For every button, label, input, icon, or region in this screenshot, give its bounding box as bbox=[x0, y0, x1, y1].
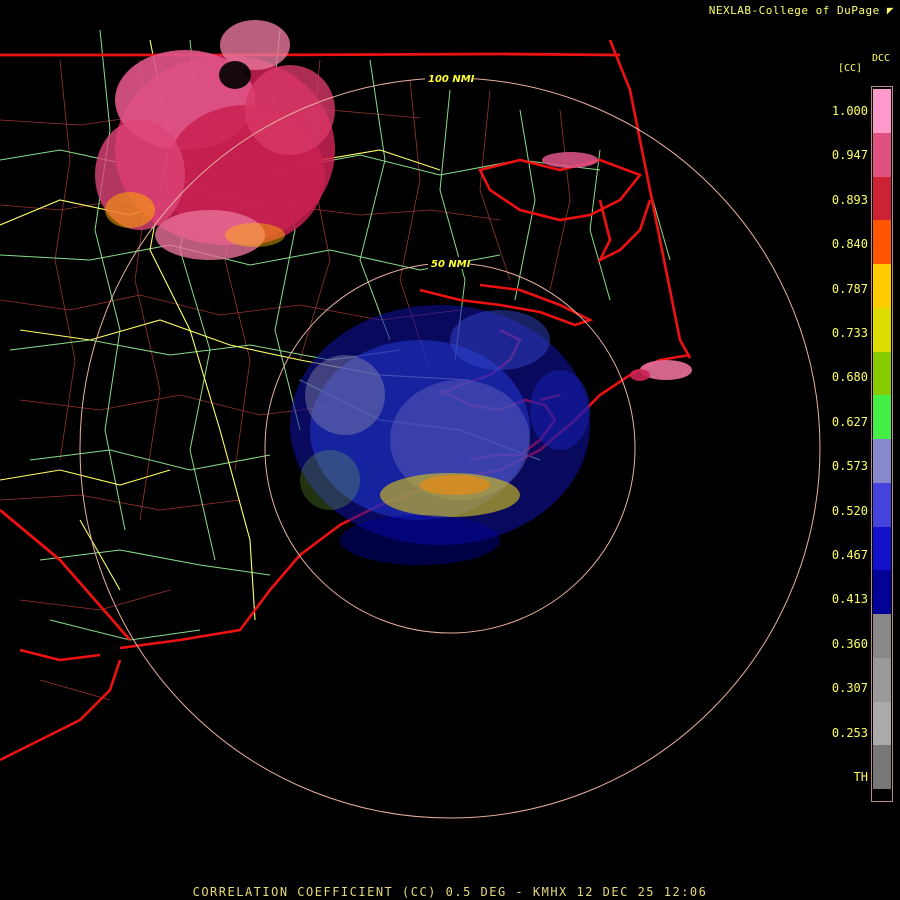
legend-tick-label: 1.000 bbox=[831, 104, 868, 118]
legend-color-swatch bbox=[873, 176, 891, 221]
credit-text: NEXLAB-College of DuPage ◤ bbox=[709, 4, 894, 17]
legend-color-swatch bbox=[873, 745, 891, 789]
legend-tick-label: 0.733 bbox=[831, 326, 868, 340]
legend-colorbar bbox=[871, 86, 893, 802]
legend-tick-label: 0.840 bbox=[831, 237, 868, 252]
ring-label-50nmi: 50 NMI bbox=[431, 259, 471, 270]
legend-unit: [CC] bbox=[838, 63, 863, 74]
legend-tick-label: 0.573 bbox=[831, 459, 868, 474]
legend-color-swatch bbox=[873, 351, 891, 396]
legend-color-swatch bbox=[873, 614, 891, 658]
legend-tick-label: 0.787 bbox=[831, 281, 868, 296]
product-caption: CORRELATION COEFFICIENT (CC) 0.5 DEG - K… bbox=[192, 885, 708, 899]
legend-color-swatch bbox=[873, 132, 891, 177]
legend-tick-label: 0.893 bbox=[831, 192, 868, 207]
clutter-echo bbox=[290, 305, 590, 565]
logo-mark-icon: ◤ bbox=[886, 4, 894, 17]
legend-tick-label: 0.680 bbox=[831, 370, 868, 385]
legend-color-swatch bbox=[873, 89, 891, 133]
legend-color-swatch bbox=[873, 482, 891, 527]
legend-product: DCC bbox=[871, 53, 890, 64]
ring-label-100nmi: 100 NMI bbox=[428, 74, 475, 85]
legend-tick-label: 0.520 bbox=[831, 503, 868, 518]
legend-color-swatch bbox=[873, 570, 891, 614]
legend-tick-label: 0.413 bbox=[831, 592, 868, 607]
credit-label: NEXLAB-College of DuPage bbox=[708, 4, 880, 17]
legend-color-swatch bbox=[873, 264, 891, 308]
legend-color-swatch bbox=[873, 526, 891, 571]
roads bbox=[0, 29, 671, 641]
legend-tick-label: 0.947 bbox=[831, 148, 868, 163]
legend-tick-label: 0.360 bbox=[831, 636, 868, 651]
legend-tick-label: 0.467 bbox=[831, 548, 868, 562]
legend-color-swatch bbox=[873, 307, 891, 352]
legend-color-swatch bbox=[873, 701, 891, 746]
radar-map: 100 NMI 50 NMI bbox=[0, 20, 821, 819]
legend-tick-label: 0.627 bbox=[831, 414, 868, 429]
legend-tick-label: 0.253 bbox=[831, 725, 868, 740]
legend-color-swatch bbox=[873, 439, 891, 483]
legend-color-swatch bbox=[873, 657, 891, 702]
legend-color-swatch bbox=[873, 220, 891, 264]
legend-color-swatch bbox=[873, 395, 891, 439]
legend-tick-label: 0.307 bbox=[831, 681, 868, 696]
legend-tick-label: TH bbox=[853, 770, 868, 784]
